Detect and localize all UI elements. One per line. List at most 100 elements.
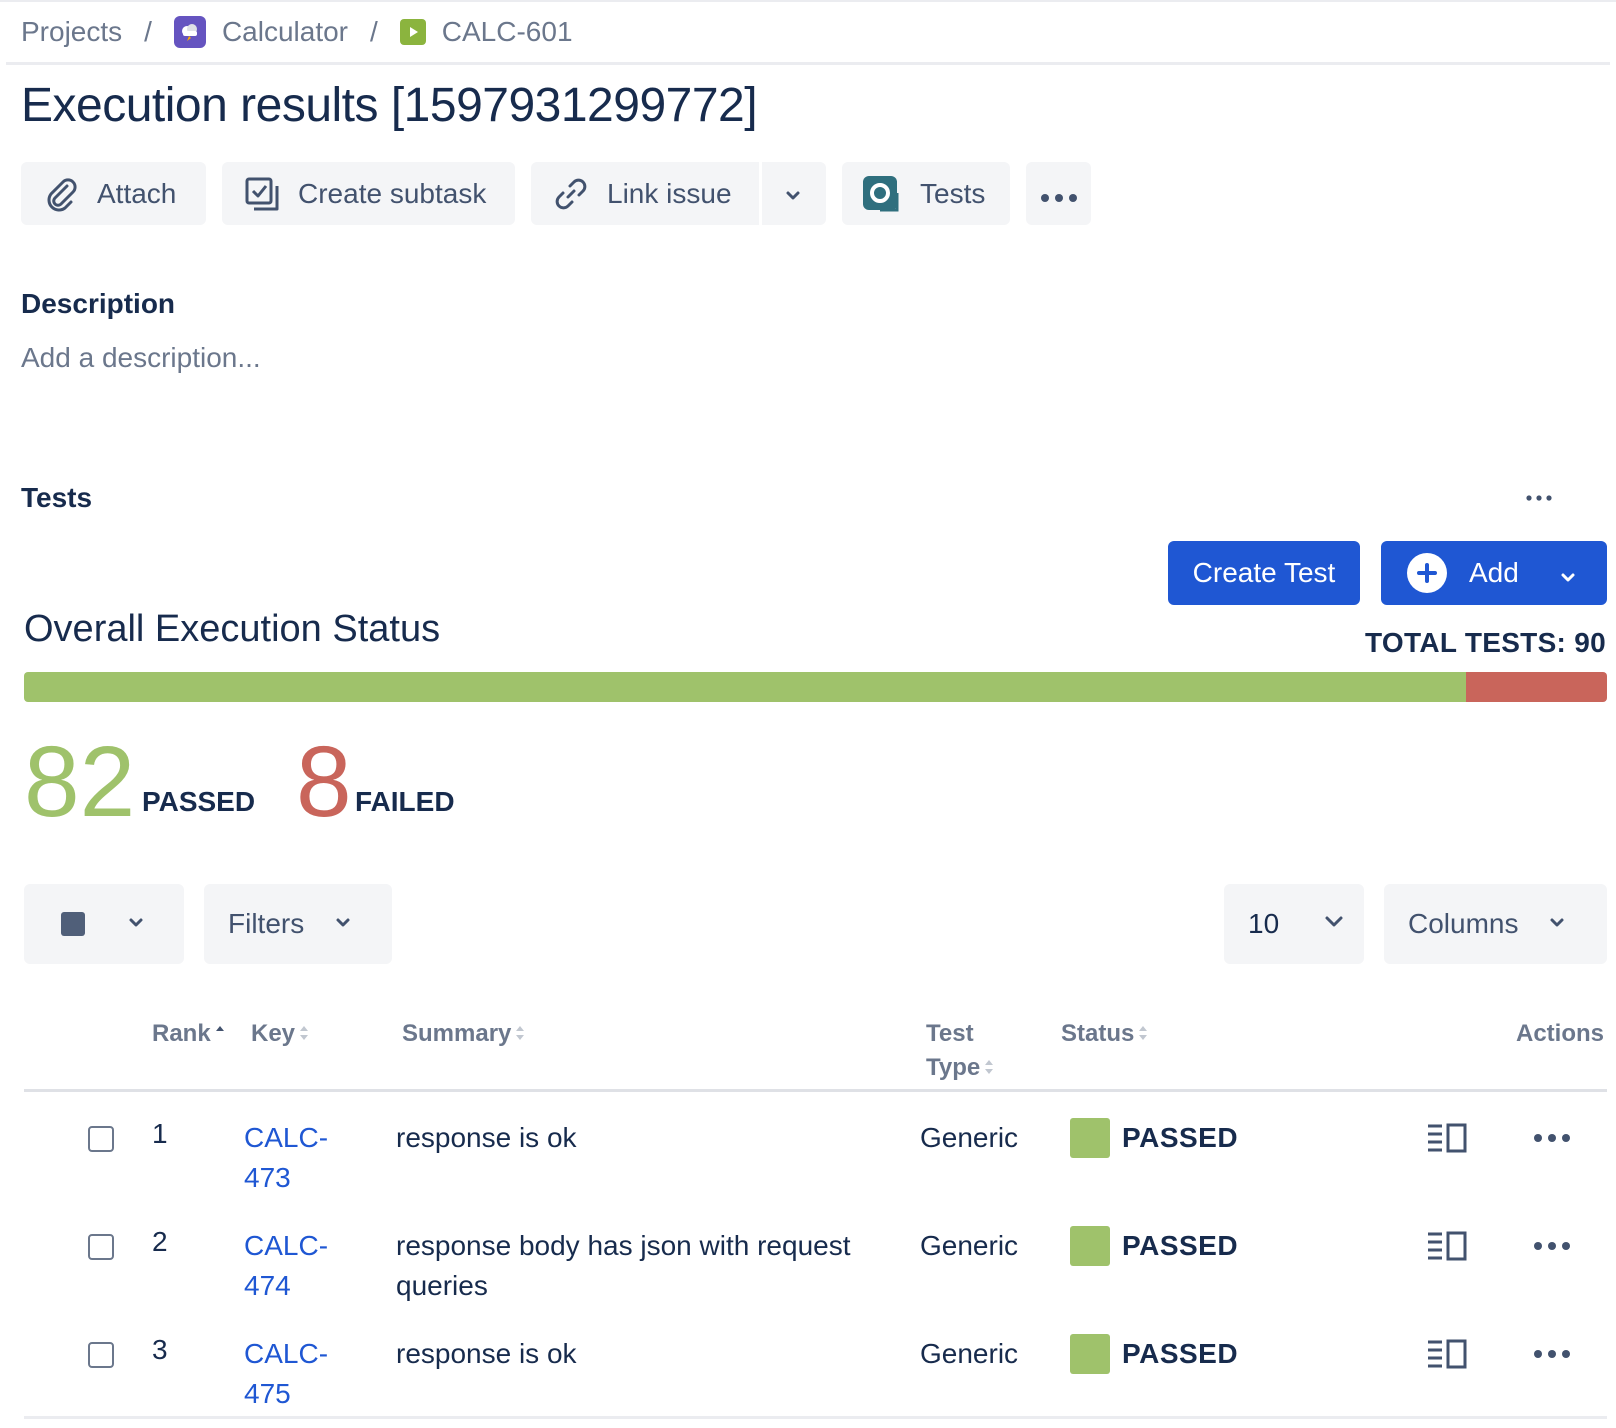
row-summary: response is ok [396, 1338, 577, 1369]
header-divider [6, 62, 1610, 65]
breadcrumb-separator: / [144, 16, 152, 47]
table-row: 1 CALC- 473 response is ok Generic PASSED [24, 1106, 1607, 1214]
select-all-checkbox-icon [61, 912, 85, 936]
row-key-line1: CALC- [244, 1230, 329, 1261]
issue-toolbar: Attach Create subtask Link issue Tests [21, 162, 1091, 225]
row-checkbox[interactable] [88, 1126, 114, 1152]
row-test-type: Generic [920, 1230, 1019, 1261]
breadcrumb-issue[interactable]: CALC-601 [399, 16, 573, 48]
row-more-button[interactable] [1532, 1232, 1572, 1260]
tests-heading: Tests [21, 482, 93, 513]
tests-button[interactable]: Tests [842, 162, 1010, 225]
status-header-label: Status [1061, 1020, 1135, 1047]
tests-label: Tests [920, 177, 986, 209]
chevron-down-icon [332, 908, 354, 940]
table-header-divider [24, 1089, 1607, 1092]
detail-view-icon[interactable] [1426, 1230, 1468, 1267]
tests-app-icon [860, 173, 902, 215]
link-issue-label: Link issue [607, 177, 732, 209]
failed-segment[interactable] [1466, 672, 1607, 702]
bulk-select-dropdown[interactable] [24, 884, 184, 964]
row-key-link[interactable]: CALC- 474 [244, 1226, 354, 1306]
create-test-button[interactable]: Create Test [1168, 541, 1360, 605]
sort-icon [983, 1052, 995, 1086]
attach-button[interactable]: Attach [21, 162, 206, 225]
row-status-label: PASSED [1122, 1230, 1239, 1261]
passed-segment[interactable] [24, 672, 1467, 702]
chevron-down-icon [125, 908, 147, 940]
detail-view-icon[interactable] [1426, 1122, 1468, 1159]
chevron-down-icon [1546, 908, 1568, 940]
description-field[interactable]: Add a description... [21, 342, 261, 374]
row-key-link[interactable]: CALC- 475 [244, 1334, 354, 1414]
description-heading: Description [21, 288, 176, 319]
row-status[interactable]: PASSED [1070, 1118, 1238, 1158]
column-header-summary[interactable]: Summary [402, 1017, 526, 1052]
chevron-down-icon [1321, 908, 1347, 941]
breadcrumb-separator: / [370, 16, 378, 47]
sort-icon [514, 1018, 526, 1052]
more-icon [1526, 488, 1552, 506]
column-header-test-type[interactable]: Test Type [926, 1017, 1016, 1086]
breadcrumb-project-label: Calculator [221, 16, 348, 47]
summary-header-label: Summary [402, 1020, 512, 1047]
more-icon [1040, 178, 1078, 210]
row-more-button[interactable] [1532, 1340, 1572, 1368]
chevron-down-icon[interactable] [781, 182, 805, 214]
key-header-label: Key [251, 1020, 296, 1047]
column-header-actions: Actions [1516, 1020, 1605, 1047]
row-summary: response body has json with request quer… [396, 1230, 851, 1301]
sort-icon [298, 1018, 310, 1052]
row-rank: 1 [152, 1118, 168, 1149]
breadcrumb-project[interactable]: Calculator [173, 16, 348, 48]
failed-label: FAILED [355, 786, 455, 817]
column-header-rank[interactable]: Rank [152, 1017, 226, 1052]
split-divider [759, 162, 762, 225]
row-checkbox[interactable] [88, 1234, 114, 1260]
row-summary: response is ok [396, 1122, 577, 1153]
status-color-chip [1070, 1334, 1110, 1374]
row-key-link[interactable]: CALC- 473 [244, 1118, 354, 1198]
execution-progress-bar [24, 672, 1607, 702]
chevron-down-icon [1557, 563, 1579, 595]
detail-view-icon[interactable] [1426, 1338, 1468, 1375]
status-color-chip [1070, 1226, 1110, 1266]
row-key-line2: 474 [244, 1270, 291, 1301]
row-key-line2: 473 [244, 1162, 291, 1193]
top-border [0, 0, 1616, 2]
column-header-key[interactable]: Key [251, 1017, 310, 1052]
create-test-label: Create Test [1192, 557, 1336, 588]
filters-dropdown[interactable]: Filters [204, 884, 392, 964]
create-subtask-button[interactable]: Create subtask [222, 162, 515, 225]
passed-label: PASSED [142, 786, 256, 817]
sort-asc-icon [214, 1018, 226, 1052]
filters-label: Filters [228, 908, 305, 939]
more-actions-button[interactable] [1026, 162, 1091, 225]
row-status[interactable]: PASSED [1070, 1226, 1238, 1266]
row-status-label: PASSED [1122, 1338, 1239, 1369]
row-more-button[interactable] [1532, 1124, 1572, 1152]
columns-dropdown[interactable]: Columns [1384, 884, 1607, 964]
row-rank: 3 [152, 1334, 168, 1365]
table-bottom-divider [24, 1416, 1607, 1419]
row-checkbox[interactable] [88, 1342, 114, 1368]
page-size-select[interactable]: 10 [1224, 884, 1364, 964]
attach-label: Attach [97, 177, 177, 209]
add-test-button[interactable]: Add [1381, 541, 1607, 605]
row-key-line1: CALC- [244, 1338, 329, 1369]
add-label: Add [1469, 557, 1519, 588]
create-subtask-label: Create subtask [298, 177, 487, 209]
table-row: 3 CALC- 475 response is ok Generic PASSED [24, 1322, 1607, 1428]
link-issue-button[interactable]: Link issue [531, 162, 826, 225]
tests-more-button[interactable] [1520, 488, 1558, 506]
row-status[interactable]: PASSED [1070, 1334, 1238, 1374]
test-type-header-line2: Type [926, 1054, 981, 1081]
overall-status-title: Overall Execution Status [24, 608, 441, 650]
failed-count: 8 [296, 726, 352, 838]
column-header-status[interactable]: Status [1061, 1017, 1149, 1052]
sort-icon [1137, 1018, 1149, 1052]
paperclip-icon [43, 176, 79, 212]
table-row: 2 CALC- 474 response body has json with r… [24, 1214, 1607, 1322]
page-title[interactable]: Execution results [1597931299772] [21, 78, 758, 133]
breadcrumb-projects[interactable]: Projects [21, 16, 122, 48]
